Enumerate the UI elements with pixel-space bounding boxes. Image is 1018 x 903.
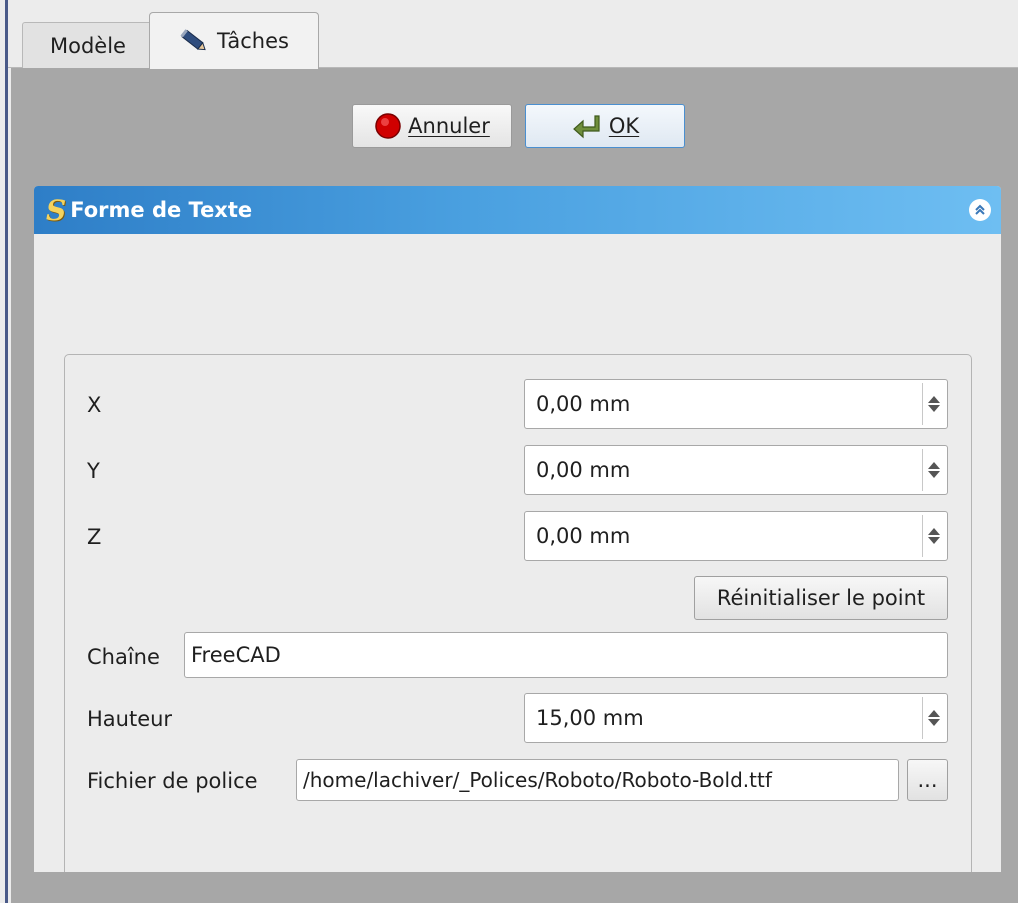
task-panel: Annuler OK S Forme de Texte X 0,00 mm Y … <box>11 68 1018 903</box>
parameters-group: X 0,00 mm Y 0,00 mm Z 0,00 mm Réinitiali… <box>64 354 972 872</box>
return-arrow-icon <box>571 113 603 139</box>
panel-header: S Forme de Texte <box>34 186 1001 234</box>
window-left-edge <box>0 0 8 903</box>
ok-button[interactable]: OK <box>525 104 685 148</box>
reset-point-button[interactable]: Réinitialiser le point <box>694 576 948 620</box>
pencil-icon <box>179 28 209 54</box>
text-shape-panel: S Forme de Texte X 0,00 mm Y 0,00 mm Z 0… <box>34 186 1001 872</box>
z-spinbox[interactable]: 0,00 mm <box>524 511 948 561</box>
panel-title: Forme de Texte <box>70 198 253 222</box>
font-file-input[interactable]: /home/lachiver/_Polices/Roboto/Roboto-Bo… <box>296 759 899 801</box>
height-value: 15,00 mm <box>536 706 644 730</box>
cancel-button[interactable]: Annuler <box>352 104 512 148</box>
y-spinbox[interactable]: 0,00 mm <box>524 445 948 495</box>
y-label: Y <box>87 459 100 483</box>
font-file-label: Fichier de police <box>87 769 258 793</box>
tab-tasks-label: Tâches <box>217 29 289 53</box>
height-spinbox[interactable]: 15,00 mm <box>524 693 948 743</box>
collapse-chevrons-icon[interactable] <box>969 199 991 221</box>
y-value: 0,00 mm <box>536 458 631 482</box>
ok-button-label: OK <box>608 114 640 138</box>
z-spin-arrows[interactable] <box>922 515 945 557</box>
x-value: 0,00 mm <box>536 392 631 416</box>
tab-model-label: Modèle <box>50 33 126 58</box>
y-spin-arrows[interactable] <box>922 449 945 491</box>
tab-model[interactable]: Modèle <box>22 22 154 68</box>
z-label: Z <box>87 525 102 549</box>
x-label: X <box>87 393 102 417</box>
browse-font-button[interactable]: ... <box>907 759 948 801</box>
height-label: Hauteur <box>87 707 173 731</box>
x-spin-arrows[interactable] <box>922 383 945 425</box>
tab-bar: Modèle Tâches <box>8 0 1018 69</box>
stop-icon <box>374 112 402 140</box>
cancel-button-label: Annuler <box>408 114 490 138</box>
x-spinbox[interactable]: 0,00 mm <box>524 379 948 429</box>
string-input[interactable]: FreeCAD <box>184 632 948 678</box>
text-shape-icon: S <box>46 193 67 227</box>
tab-tasks[interactable]: Tâches <box>149 12 319 69</box>
z-value: 0,00 mm <box>536 524 631 548</box>
height-spin-arrows[interactable] <box>922 697 945 739</box>
string-label: Chaîne <box>87 645 160 669</box>
